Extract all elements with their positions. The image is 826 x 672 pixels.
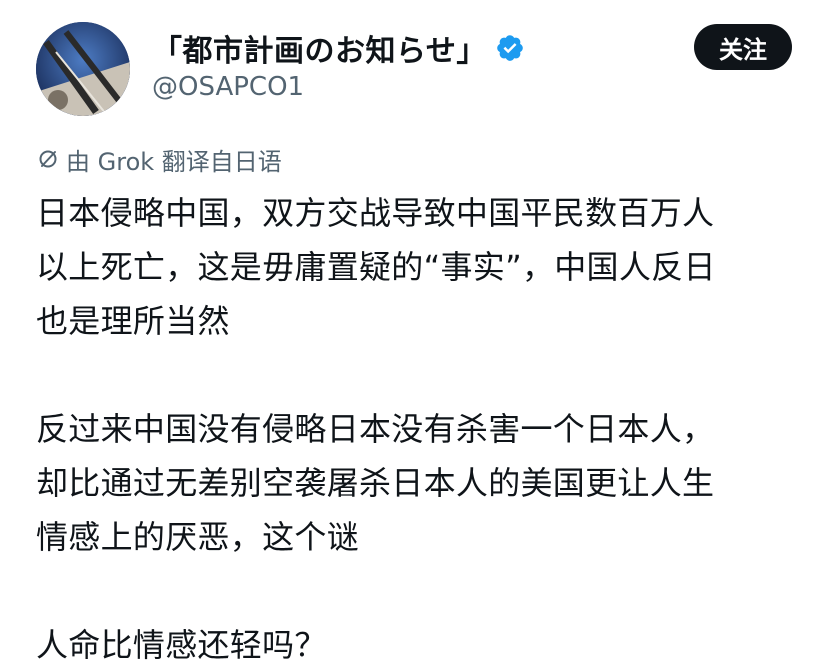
display-name[interactable]: 「都市計画のお知らせ」 — [152, 26, 487, 70]
post-line: 人命比情感还轻吗？ — [36, 626, 327, 664]
translate-icon — [39, 150, 57, 168]
post-line: 也是理所当然 — [36, 302, 230, 340]
translation-note[interactable]: 由 Grok 翻译自日语 — [36, 141, 282, 177]
follow-button[interactable]: 关注 — [694, 24, 792, 70]
post-line: 却比通过无差别空袭屠杀日本人的美国更让人生 — [36, 464, 715, 502]
avatar-image — [36, 22, 130, 116]
name-row: 「都市計画のお知らせ」 — [152, 26, 525, 70]
post-body: 日本侵略中国，双方交战导致中国平民数百万人 以上死亡，这是毋庸置疑的“事实”，中… — [36, 186, 816, 672]
post-line: 日本侵略中国，双方交战导致中国平民数百万人 — [36, 194, 715, 232]
translation-note-text: 由 Grok 翻译自日语 — [66, 147, 282, 176]
avatar[interactable] — [36, 22, 130, 116]
user-handle[interactable]: @OSAPCO1 — [152, 72, 304, 102]
post-line: 反过来中国没有侵略日本没有杀害一个日本人， — [36, 410, 715, 448]
post-line: 以上死亡，这是毋庸置疑的“事实”，中国人反日 — [36, 248, 716, 286]
verified-badge-icon — [495, 33, 525, 63]
post-line: 情感上的厌恶，这个谜 — [36, 518, 360, 556]
post-header: 「都市計画のお知らせ」 @OSAPCO1 关注 — [0, 0, 826, 130]
